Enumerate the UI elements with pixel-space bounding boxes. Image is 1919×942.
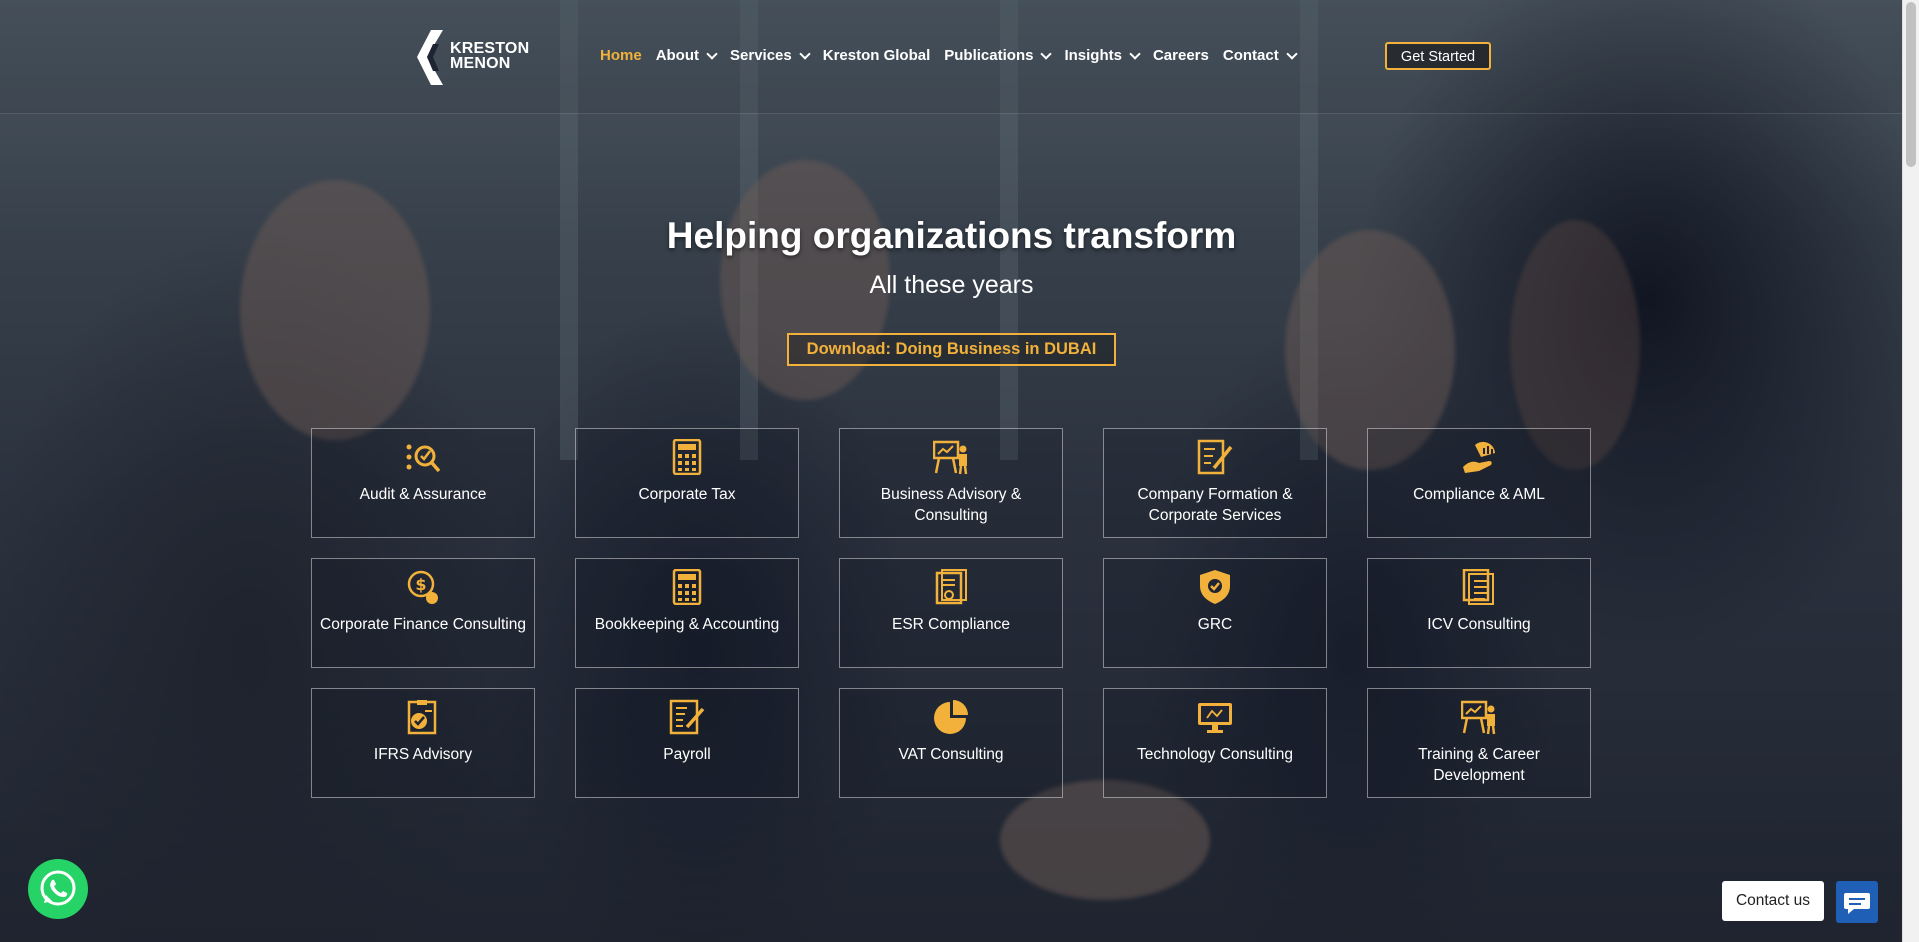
chevron-down-icon <box>1129 47 1141 60</box>
nav-insights[interactable]: Insights <box>1064 47 1141 64</box>
calculator-icon <box>672 439 702 475</box>
service-card-corporate-tax[interactable]: Corporate Tax <box>575 428 799 538</box>
service-label: Payroll <box>663 746 711 763</box>
service-card-esr-compliance[interactable]: ESR Compliance <box>839 558 1063 668</box>
logo-line-1: KRESTON <box>450 40 530 57</box>
presentation-icon <box>933 440 968 475</box>
service-card-payroll[interactable]: Payroll <box>575 688 799 798</box>
hero-title: Helping organizations transform <box>666 215 1237 256</box>
service-card-technology-consulting[interactable]: Technology Consulting <box>1103 688 1327 798</box>
service-label: VAT Consulting <box>898 746 1004 763</box>
get-started-button[interactable]: Get Started <box>1385 42 1491 70</box>
whatsapp-button[interactable] <box>28 859 88 919</box>
service-label: Compliance & AML <box>1413 486 1545 503</box>
logo-line-2: MENON <box>450 55 511 72</box>
nav-services[interactable]: Services <box>730 47 811 64</box>
nav-publications-label: Publications <box>944 47 1034 64</box>
contact-us-label[interactable]: Contact us <box>1722 881 1824 921</box>
page-scrollbar[interactable] <box>1902 0 1919 942</box>
service-card-compliance-aml[interactable]: Compliance & AML <box>1367 428 1591 538</box>
nav-careers-label: Careers <box>1152 47 1209 64</box>
nav-kreston-global[interactable]: Kreston Global <box>823 47 931 64</box>
kreston-k-icon <box>417 30 443 85</box>
presentation-icon <box>1461 700 1496 735</box>
service-card-vat-consulting[interactable]: VAT Consulting <box>839 688 1063 798</box>
service-card-audit-assurance[interactable]: Audit & Assurance <box>311 428 535 538</box>
document-pen-icon <box>669 699 705 735</box>
nav-home[interactable]: Home <box>600 47 642 64</box>
service-card-training-career[interactable]: Training & Career Development <box>1367 688 1591 798</box>
service-card-company-formation[interactable]: Company Formation & Corporate Services <box>1103 428 1327 538</box>
kreston-menon-logo[interactable]: KRESTON MENON <box>417 30 532 85</box>
service-card-ifrs-advisory[interactable]: IFRS Advisory <box>311 688 535 798</box>
monitor-icon <box>1198 703 1232 733</box>
chevron-down-icon <box>1040 47 1053 60</box>
hero-subtitle: All these years <box>869 271 1034 299</box>
service-label: Business Advisory & Consulting <box>880 486 1022 524</box>
nav-insights-label: Insights <box>1064 47 1122 64</box>
nav-about-label: About <box>655 47 700 64</box>
service-label: Corporate Tax <box>638 486 736 503</box>
service-label: IFRS Advisory <box>373 746 473 763</box>
dollar-hand-icon: $ <box>407 570 438 604</box>
nav-careers[interactable]: Careers <box>1153 47 1209 64</box>
service-card-bookkeeping[interactable]: Bookkeeping & Accounting <box>575 558 799 668</box>
nav-contact[interactable]: Contact <box>1222 47 1298 64</box>
service-label: Company Formation & Corporate Services <box>1137 486 1293 524</box>
service-card-grc[interactable]: GRC <box>1103 558 1327 668</box>
service-label: Bookkeeping & Accounting <box>594 616 780 633</box>
chat-bubble-icon <box>1844 893 1870 914</box>
shield-check-icon <box>1200 570 1230 604</box>
nav-kreston-global-label: Kreston Global <box>822 47 931 64</box>
pie-chart-icon <box>934 700 968 734</box>
audit-icon <box>406 444 441 473</box>
certificate-icon <box>935 569 967 605</box>
checklist-icon <box>1462 569 1494 605</box>
service-label: Technology Consulting <box>1137 746 1293 763</box>
service-card-business-advisory[interactable]: Business Advisory & Consulting <box>839 428 1063 538</box>
service-label: Audit & Assurance <box>359 486 487 503</box>
nav-publications[interactable]: Publications <box>944 47 1053 64</box>
nav-contact-label: Contact <box>1222 47 1279 64</box>
service-label: Training & Career Development <box>1418 746 1540 784</box>
service-label: Corporate Finance Consulting <box>320 616 526 633</box>
service-label: ESR Compliance <box>891 616 1011 633</box>
service-card-icv-consulting[interactable]: ICV Consulting <box>1367 558 1591 668</box>
chat-button[interactable] <box>1836 881 1878 923</box>
hand-chart-icon <box>1463 441 1495 473</box>
download-guide-button[interactable]: Download: Doing Business in DUBAI <box>787 333 1116 366</box>
main-nav: Home About Services Kreston Global Publi… <box>600 47 1310 64</box>
checklist-pen-icon <box>407 700 437 735</box>
scrollbar-thumb[interactable] <box>1906 2 1916 167</box>
service-label: GRC <box>1197 616 1233 633</box>
site-header: KRESTON MENON Home About Services Kresto… <box>0 0 1903 114</box>
chevron-down-icon <box>799 47 811 60</box>
chevron-down-icon <box>1286 47 1298 60</box>
svg-text:$: $ <box>415 575 426 594</box>
nav-services-label: Services <box>730 47 792 64</box>
chevron-down-icon <box>706 47 718 60</box>
service-label: ICV Consulting <box>1427 616 1531 633</box>
document-edit-icon <box>1197 439 1233 475</box>
nav-about[interactable]: About <box>655 47 718 64</box>
nav-home-label: Home <box>600 47 642 64</box>
whatsapp-icon <box>40 870 76 906</box>
calculator-icon <box>672 569 702 605</box>
service-card-corporate-finance[interactable]: $ Corporate Finance Consulting <box>311 558 535 668</box>
